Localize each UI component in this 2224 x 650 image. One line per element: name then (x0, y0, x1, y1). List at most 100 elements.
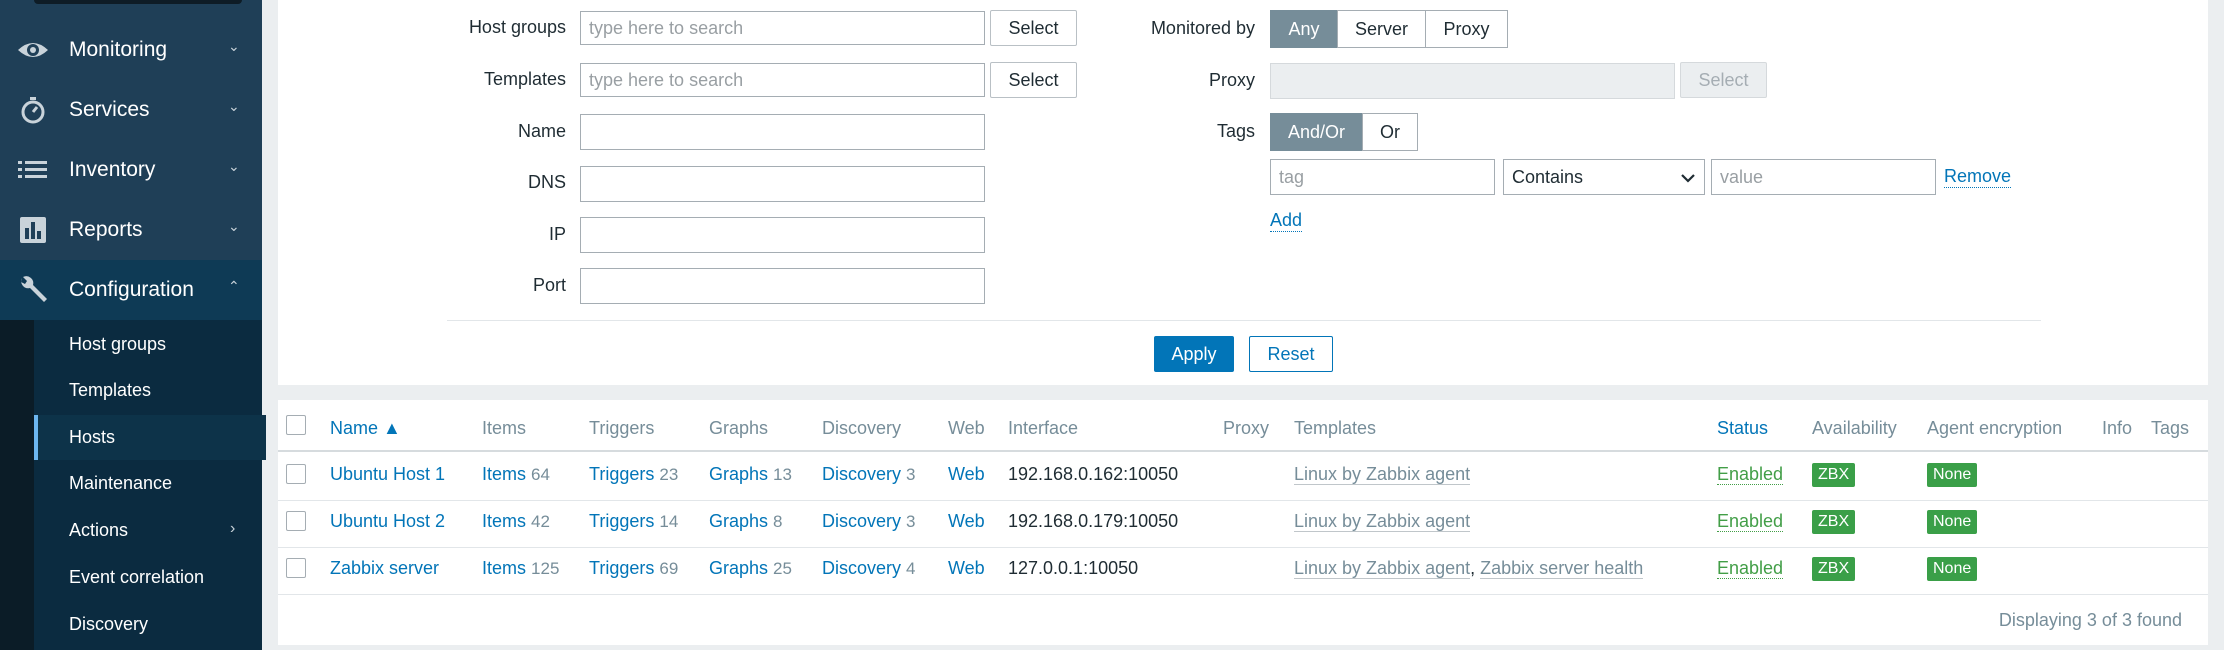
status-toggle[interactable]: Enabled (1717, 558, 1784, 579)
monitored-by-server[interactable]: Server (1337, 10, 1426, 48)
column-header-items: Items (482, 418, 527, 438)
template-link[interactable]: Linux by Zabbix agent (1294, 558, 1471, 579)
wrench-icon (21, 276, 47, 302)
submenu-item-actions[interactable]: Actions › (34, 508, 262, 553)
triggers-link[interactable]: Triggers (589, 558, 654, 578)
submenu-item-discovery[interactable]: Discovery (34, 602, 262, 647)
monitored-by-proxy[interactable]: Proxy (1425, 10, 1508, 48)
items-link[interactable]: Items (482, 511, 526, 531)
template-separator: , (1470, 558, 1476, 578)
template-link[interactable]: Zabbix server health (1480, 558, 1644, 579)
templates-input[interactable] (580, 63, 985, 97)
sidebar-item-reports[interactable]: Reports ⌄ (0, 200, 262, 260)
graphs-link[interactable]: Graphs (709, 558, 768, 578)
results-count: Displaying 3 of 3 found (1998, 610, 2182, 630)
host-name-link[interactable]: Ubuntu Host 1 (330, 464, 445, 485)
monitored-by-toggle: Any Server Proxy (1270, 10, 1508, 48)
column-header-status[interactable]: Status (1717, 418, 1768, 439)
sidebar-item-label: Monitoring (69, 38, 168, 61)
triggers-link[interactable]: Triggers (589, 511, 654, 531)
row-checkbox[interactable] (286, 464, 306, 484)
graphs-count: 8 (773, 512, 783, 531)
monitored-by-any[interactable]: Any (1270, 10, 1338, 48)
submenu-item-hosts[interactable]: Hosts (34, 415, 266, 460)
host-name-link[interactable]: Ubuntu Host 2 (330, 511, 445, 532)
host-groups-label: Host groups (468, 17, 566, 37)
bar-chart-icon (20, 217, 46, 243)
graphs-cell: Graphs 13 (709, 464, 792, 485)
submenu-item-templates[interactable]: Templates (34, 368, 262, 413)
template-link[interactable]: Linux by Zabbix agent (1294, 511, 1471, 532)
column-header-name[interactable]: Name ▲ (330, 418, 401, 439)
tag-add-link[interactable]: Add (1270, 210, 1303, 232)
interface-value: 192.168.0.179:10050 (1008, 511, 1179, 531)
interface-value: 192.168.0.162:10050 (1008, 464, 1179, 484)
chevron-right-icon: › (230, 520, 236, 537)
column-header-proxy: Proxy (1223, 418, 1270, 438)
ip-input[interactable] (580, 217, 985, 253)
web-link[interactable]: Web (948, 558, 985, 579)
sidebar-item-configuration[interactable]: Configuration ⌃ (0, 260, 262, 320)
row-divider (278, 594, 2208, 595)
templates-cell: Linux by Zabbix agent (1294, 511, 1471, 532)
graphs-link[interactable]: Graphs (709, 464, 768, 484)
discovery-link[interactable]: Discovery (822, 511, 901, 531)
tags-or[interactable]: Or (1362, 113, 1418, 151)
sidebar-item-inventory[interactable]: Inventory ⌄ (0, 140, 262, 200)
discovery-count: 3 (906, 512, 916, 531)
submenu-item-label: Discovery (69, 614, 149, 634)
sidebar-item-monitoring[interactable]: Monitoring ⌄ (0, 20, 262, 80)
tag-name-input[interactable] (1270, 159, 1495, 195)
tags-and-or[interactable]: And/Or (1270, 113, 1363, 151)
row-checkbox[interactable] (286, 511, 306, 531)
apply-button[interactable]: Apply (1154, 336, 1234, 372)
row-divider (278, 500, 2208, 501)
templates-label: Templates (483, 69, 566, 89)
graphs-link[interactable]: Graphs (709, 511, 768, 531)
port-input[interactable] (580, 268, 985, 304)
submenu-item-host-groups[interactable]: Host groups (34, 322, 262, 367)
triggers-link[interactable]: Triggers (589, 464, 654, 484)
host-name-link[interactable]: Zabbix server (330, 558, 439, 579)
web-link[interactable]: Web (948, 511, 985, 532)
dns-input[interactable] (580, 166, 985, 202)
status-cell: Enabled (1717, 464, 1784, 485)
sidebar-item-services[interactable]: Services ⌄ (0, 80, 262, 140)
submenu-item-event-correlation[interactable]: Event correlation (34, 555, 262, 600)
reset-button[interactable]: Reset (1249, 336, 1333, 372)
template-link[interactable]: Linux by Zabbix agent (1294, 464, 1471, 485)
submenu-item-label: Host groups (69, 334, 167, 354)
graphs-count: 13 (773, 465, 792, 484)
column-header-web: Web (948, 418, 985, 438)
tags-label: Tags (1216, 121, 1255, 141)
triggers-cell: Triggers 69 (589, 558, 678, 579)
status-toggle[interactable]: Enabled (1717, 511, 1784, 532)
submenu-item-label: Hosts (69, 427, 116, 447)
availability-badge: ZBX (1812, 557, 1856, 581)
sidebar-item-label: Inventory (69, 158, 156, 181)
sidebar-top-button[interactable] (34, 0, 242, 4)
items-link[interactable]: Items (482, 464, 526, 484)
discovery-link[interactable]: Discovery (822, 464, 901, 484)
configuration-submenu: Host groups Templates Hosts Maintenance … (0, 320, 266, 650)
chevron-down-icon: ⌄ (228, 158, 240, 174)
tag-remove-link[interactable]: Remove (1944, 166, 2012, 188)
templates-cell: Linux by Zabbix agent (1294, 464, 1471, 485)
select-all-checkbox[interactable] (286, 415, 306, 435)
stopwatch-icon (21, 97, 45, 124)
tag-value-input[interactable] (1711, 159, 1936, 195)
host-groups-input[interactable] (580, 11, 985, 45)
submenu-item-label: Event correlation (69, 567, 205, 587)
submenu-item-maintenance[interactable]: Maintenance (34, 461, 262, 506)
discovery-link[interactable]: Discovery (822, 558, 901, 578)
discovery-count: 4 (906, 559, 916, 578)
web-link[interactable]: Web (948, 464, 985, 485)
status-toggle[interactable]: Enabled (1717, 464, 1784, 485)
row-checkbox[interactable] (286, 558, 306, 578)
sidebar-item-label: Reports (69, 218, 143, 241)
tag-operator-select[interactable]: Contains (1503, 159, 1705, 195)
items-link[interactable]: Items (482, 558, 526, 578)
name-input[interactable] (580, 114, 985, 150)
column-header-triggers: Triggers (589, 418, 655, 438)
filter-divider (447, 320, 2041, 321)
